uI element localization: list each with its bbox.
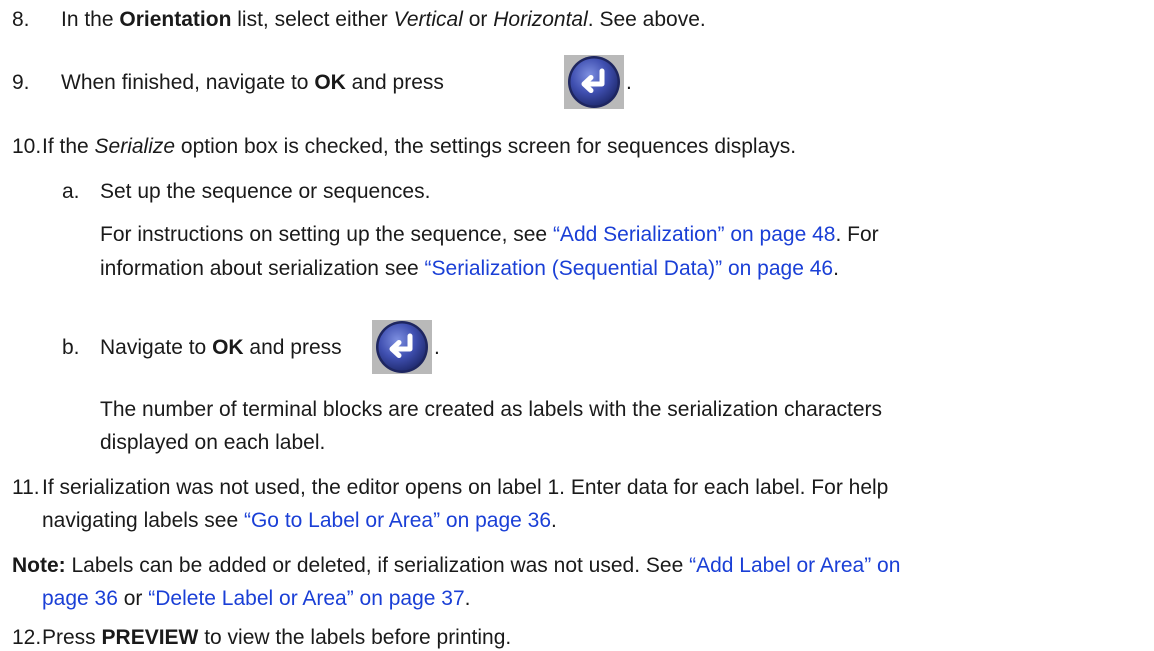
step-11-line2: navigating labels see “Go to Label or Ar… xyxy=(42,509,557,532)
step-10a-letter: a. xyxy=(62,180,80,203)
step-10b-para-line1: The number of terminal blocks are create… xyxy=(100,398,883,421)
step-10-text: If the Serialize option box is checked, … xyxy=(42,135,797,158)
step-9-number: 9. xyxy=(12,71,30,94)
step-10a-para-line1: For instructions on setting up the seque… xyxy=(100,223,879,246)
step-10-number: 10. xyxy=(12,135,42,158)
link-serialization-sequential-data[interactable]: “Serialization (Sequential Data)” on pag… xyxy=(425,257,834,280)
note-line1: Note: Labels can be added or deleted, if… xyxy=(12,554,901,577)
link-add-label-page[interactable]: page 36 xyxy=(42,587,118,610)
note-line2: page 36 or “Delete Label or Area” on pag… xyxy=(42,587,471,610)
step-8-text: In the Orientation list, select either V… xyxy=(61,8,706,31)
step-9-period: . xyxy=(626,71,632,94)
step-11-number: 11. xyxy=(12,476,40,499)
note-label: Note: xyxy=(12,554,66,577)
step-10b-text: Navigate to OK and press xyxy=(100,336,342,359)
step-9-text: When finished, navigate to OK and press xyxy=(61,71,444,94)
link-add-serialization[interactable]: “Add Serialization” on page 48 xyxy=(553,223,836,246)
step-10b-letter: b. xyxy=(62,336,80,359)
step-10a-text: Set up the sequence or sequences. xyxy=(100,180,431,203)
step-11-line1: If serialization was not used, the edito… xyxy=(42,476,889,499)
step-10a-para-line2: information about serialization see “Ser… xyxy=(100,257,839,280)
enter-button-icon xyxy=(372,320,432,374)
link-delete-label-or-area[interactable]: “Delete Label or Area” on page 37 xyxy=(148,587,464,610)
step-10b-para-line2: displayed on each label. xyxy=(100,431,326,454)
enter-button-icon xyxy=(564,55,624,109)
step-10b-period: . xyxy=(434,336,440,359)
link-add-label-or-area[interactable]: “Add Label or Area” on xyxy=(689,554,900,577)
step-12-text: Press PREVIEW to view the labels before … xyxy=(42,626,512,649)
link-go-to-label-or-area[interactable]: “Go to Label or Area” on page 36 xyxy=(244,509,551,532)
step-12-number: 12. xyxy=(12,626,42,649)
step-8-number: 8. xyxy=(12,8,30,31)
